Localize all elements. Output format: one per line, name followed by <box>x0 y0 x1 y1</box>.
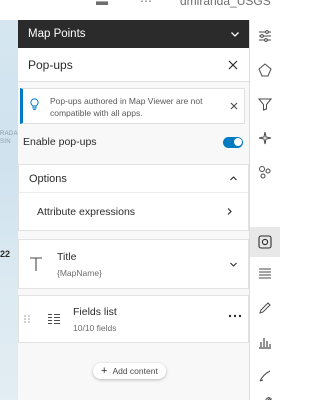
section-title: Pop-ups <box>28 57 73 72</box>
map-label: RADA <box>0 131 18 137</box>
edit-icon[interactable] <box>254 297 276 319</box>
chevron-up-icon[interactable] <box>229 174 238 183</box>
layer-title: Map Points <box>28 28 86 40</box>
chevron-down-icon[interactable] <box>229 260 238 269</box>
attribute-expressions-item[interactable]: Attribute expressions <box>19 193 248 230</box>
table-icon[interactable] <box>254 263 276 285</box>
plus-icon: + <box>101 365 108 377</box>
cluster-icon[interactable] <box>254 161 276 183</box>
chart-icon[interactable] <box>254 331 276 353</box>
dismiss-icon[interactable] <box>230 102 238 110</box>
user-name[interactable]: dmiranda_USGS <box>180 0 271 8</box>
add-content-button[interactable]: + Add content <box>93 363 166 379</box>
popup-config-icon[interactable] <box>250 227 280 257</box>
fields-list-card[interactable]: Fields list 10/10 fields <box>18 295 249 343</box>
enable-popups-label: Enable pop-ups <box>23 136 97 148</box>
title-element-card[interactable]: Title {MapName} <box>18 239 249 289</box>
options-label: Options <box>29 172 67 185</box>
notice-message: Pop-ups authored in Map Viewer are not c… <box>50 96 203 118</box>
chevron-down-icon[interactable] <box>230 29 240 39</box>
enable-popups-toggle[interactable] <box>223 136 243 148</box>
apps-icon[interactable]: ⋯ <box>140 0 152 8</box>
settings-toolbar <box>249 20 280 400</box>
text-icon <box>30 257 42 271</box>
map-shapes-icon[interactable] <box>254 59 276 81</box>
map-label: 22 <box>0 249 11 259</box>
enable-popups-row: Enable pop-ups <box>18 126 249 158</box>
attribute-expressions-label: Attribute expressions <box>37 205 136 218</box>
panel-header[interactable]: Map Points <box>18 20 249 48</box>
drag-handle-icon[interactable] <box>23 314 31 324</box>
options-header[interactable]: Options <box>19 165 248 193</box>
popups-header: Pop-ups <box>18 48 249 82</box>
layer-properties-panel: Map Points Pop-ups Pop-ups authored in M… <box>18 20 249 400</box>
wrench-icon[interactable] <box>254 392 276 400</box>
chevron-right-icon <box>227 208 232 215</box>
options-card: Options Attribute expressions <box>18 164 249 231</box>
title-element-value: {MapName} <box>57 267 102 278</box>
sparkle-icon[interactable] <box>254 127 276 149</box>
fields-list-icon <box>48 314 60 324</box>
bell-icon[interactable]: ▬ <box>96 0 108 8</box>
title-element-name: Title <box>57 250 77 263</box>
filter-sliders-icon[interactable] <box>254 25 276 47</box>
compatibility-notice: Pop-ups authored in Map Viewer are not c… <box>20 88 245 124</box>
app-header: ▬ ⋯ dmiranda_USGS <box>0 0 280 20</box>
map-label: SIN <box>0 139 11 145</box>
more-options-icon[interactable] <box>228 313 242 319</box>
add-content-label: Add content <box>112 366 158 376</box>
lightbulb-icon <box>30 98 39 110</box>
pen-icon[interactable] <box>254 365 276 387</box>
map-canvas[interactable]: RADA SIN 22 <box>0 0 18 400</box>
filter-funnel-icon[interactable] <box>254 93 276 115</box>
fields-list-name: Fields list <box>73 305 117 318</box>
fields-list-count: 10/10 fields <box>73 322 117 333</box>
close-icon[interactable] <box>227 59 239 71</box>
